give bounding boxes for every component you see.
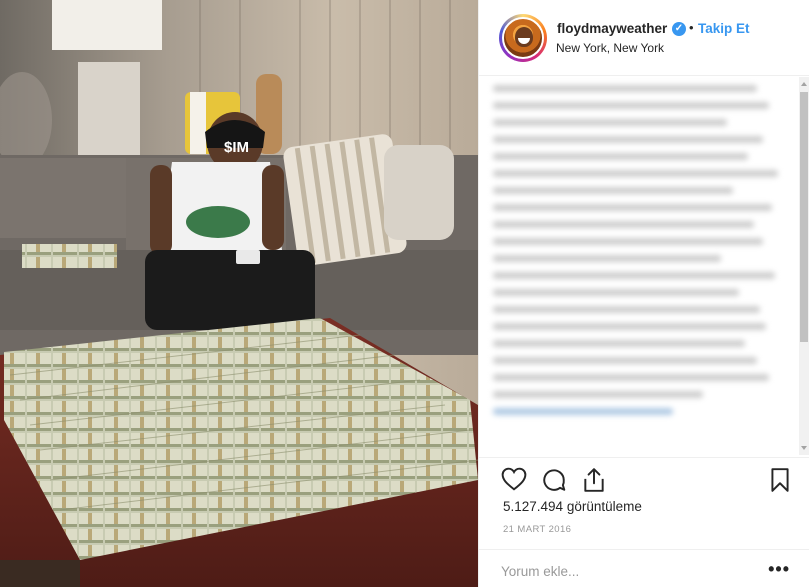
post-photo[interactable]: $IM — [0, 0, 478, 587]
comment-bar: ••• — [479, 549, 809, 587]
avatar-face — [515, 27, 533, 47]
view-count-number: 5.127.494 — [503, 499, 564, 514]
blurred-caption — [493, 85, 793, 449]
heart-icon[interactable] — [501, 467, 527, 491]
post-header: floydmayweather ✓ • Takip Et New York, N… — [479, 0, 809, 76]
follow-button[interactable]: Takip Et — [698, 21, 750, 36]
share-icon[interactable] — [582, 467, 606, 493]
caption-scrollbar[interactable] — [799, 77, 809, 455]
scroll-up-icon[interactable] — [801, 82, 807, 86]
post-side-panel: floydmayweather ✓ • Takip Et New York, N… — [478, 0, 809, 587]
comment-input[interactable] — [501, 564, 741, 579]
cap-text: $IM — [224, 139, 249, 156]
location-link[interactable]: New York, New York — [556, 41, 664, 55]
scrollbar-thumb[interactable] — [800, 92, 808, 342]
view-count-label: görüntüleme — [566, 499, 642, 514]
username-link[interactable]: floydmayweather — [557, 21, 667, 36]
avatar-image — [502, 17, 544, 59]
post-actions — [479, 457, 809, 499]
separator-dot: • — [689, 20, 694, 35]
scroll-down-icon[interactable] — [801, 446, 807, 450]
post-date[interactable]: 21 MART 2016 — [503, 524, 571, 535]
verified-badge-icon: ✓ — [672, 22, 686, 36]
avatar[interactable] — [499, 14, 547, 62]
more-options-button[interactable]: ••• — [768, 559, 790, 580]
view-count: 5.127.494 görüntüleme — [503, 499, 642, 514]
bookmark-icon[interactable] — [770, 467, 790, 493]
photo-illustration: $IM — [0, 0, 478, 587]
comment-icon[interactable] — [541, 467, 567, 493]
caption-area[interactable] — [479, 77, 809, 457]
